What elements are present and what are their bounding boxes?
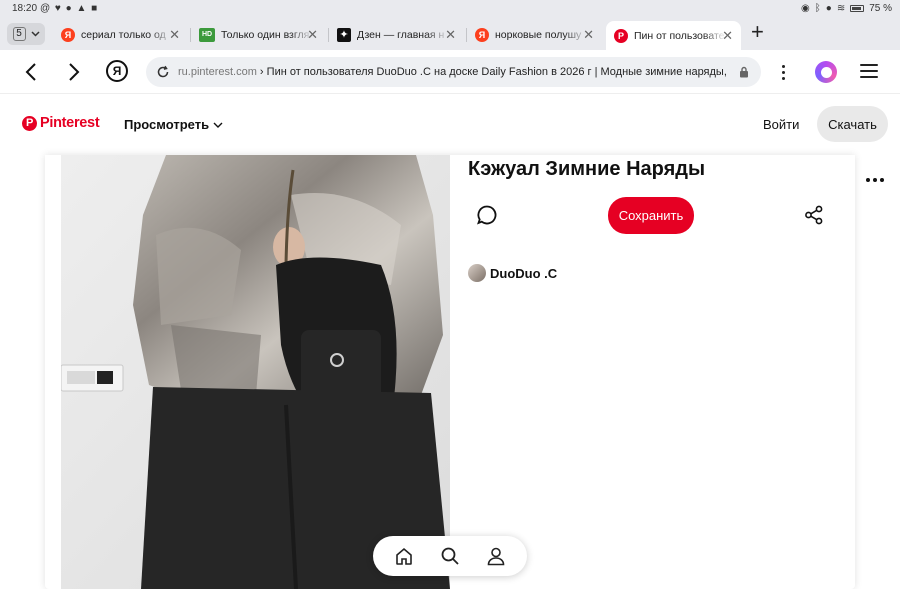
- pinterest-wordmark: Pinterest: [40, 115, 100, 131]
- pin-title: Кэжуал Зимние Наряды: [468, 158, 706, 180]
- share-icon: [805, 205, 823, 225]
- share-button[interactable]: [804, 205, 824, 225]
- system-icons: ◉ ᛒ ● ≋ 75 %: [801, 3, 892, 14]
- browser-tab[interactable]: Я сериал только од ✕: [53, 22, 188, 47]
- url-domain: ru.pinterest.com: [178, 66, 257, 78]
- dzen-favicon-icon: ✦: [337, 27, 351, 42]
- eye-icon: ◉: [801, 3, 810, 14]
- comment-icon: [477, 205, 497, 225]
- user-icon: [487, 547, 505, 566]
- forward-button[interactable]: [62, 60, 86, 84]
- browser-menu-kebab-icon[interactable]: [775, 60, 791, 84]
- more-options-icon[interactable]: [866, 178, 884, 182]
- tab-title: Дзен — главная н: [357, 28, 445, 41]
- yandex-favicon-icon: Я: [475, 27, 489, 42]
- arrow-left-icon: [25, 63, 36, 81]
- arrow-right-icon: [69, 63, 80, 81]
- tab-switcher-button[interactable]: 5: [7, 23, 45, 45]
- url-separator: ›: [256, 66, 267, 78]
- comment-button[interactable]: [476, 204, 498, 226]
- notification-icons: @ ♥ ● ▲ ■: [40, 3, 99, 14]
- battery-icon: [850, 5, 865, 12]
- new-tab-button[interactable]: +: [751, 21, 764, 43]
- url-text: ru.pinterest.com › Пин от пользователя D…: [178, 66, 728, 78]
- close-icon[interactable]: ✕: [307, 27, 318, 43]
- browser-tab[interactable]: HD Только один взгля ✕: [191, 22, 326, 47]
- save-button[interactable]: Сохранить: [608, 197, 694, 234]
- wifi-icon: ≋: [836, 3, 846, 14]
- close-icon[interactable]: ✕: [445, 27, 456, 43]
- pinterest-logo[interactable]: P Pinterest: [22, 115, 100, 131]
- tab-count: 5: [12, 27, 26, 41]
- reload-icon[interactable]: [156, 65, 170, 79]
- tab-title: норковые полушу: [495, 28, 582, 41]
- hamburger-menu-icon[interactable]: [860, 64, 878, 78]
- explore-menu[interactable]: Просмотреть: [124, 117, 223, 132]
- bluetooth-icon: ᛒ: [814, 3, 821, 14]
- signup-button[interactable]: Скачать: [817, 106, 888, 142]
- chevron-down-icon: [213, 122, 223, 128]
- pin-image[interactable]: [61, 155, 450, 589]
- chevron-down-icon: [30, 31, 40, 37]
- location-icon: ●: [825, 3, 832, 14]
- status-bar: 18:20 @ ♥ ● ▲ ■ ◉ ᛒ ● ≋ 75 %: [0, 0, 900, 18]
- browser-tab[interactable]: ✦ Дзен — главная н ✕: [329, 22, 464, 47]
- login-link[interactable]: Войти: [763, 117, 799, 132]
- hd-favicon-icon: HD: [199, 27, 215, 42]
- tab-bar: 5 Я сериал только од ✕ HD Только один вз…: [0, 18, 900, 50]
- close-icon[interactable]: ✕: [169, 27, 180, 43]
- browser-tab[interactable]: Я норковые полушу ✕: [467, 22, 602, 47]
- url-page-title: Пин от пользователя DuoDuo .C на доске D…: [266, 66, 728, 78]
- pinterest-p-icon: P: [22, 115, 37, 131]
- yandex-home-button[interactable]: Я: [106, 60, 128, 82]
- address-bar[interactable]: ru.pinterest.com › Пин от пользователя D…: [146, 57, 761, 87]
- browser-tab-active[interactable]: P Пин от пользовате ✕: [606, 21, 741, 50]
- lock-icon[interactable]: [739, 66, 749, 81]
- pin-photo: [61, 155, 450, 589]
- home-button[interactable]: [393, 545, 415, 567]
- clock: 18:20: [12, 3, 38, 14]
- pinterest-favicon-icon: P: [614, 28, 628, 43]
- author-name[interactable]: DuoDuo .C: [490, 266, 557, 281]
- profile-button[interactable]: [485, 545, 507, 567]
- search-button[interactable]: [439, 545, 461, 567]
- tab-title: Только один взгля: [221, 28, 310, 41]
- back-button[interactable]: [19, 60, 43, 84]
- home-icon: [396, 547, 412, 565]
- close-icon[interactable]: ✕: [722, 28, 733, 44]
- close-icon[interactable]: ✕: [583, 27, 594, 43]
- search-icon: [441, 547, 459, 565]
- tab-title: Пин от пользовате: [634, 29, 725, 42]
- yandex-favicon-icon: Я: [61, 27, 75, 42]
- alice-assistant-icon[interactable]: [815, 61, 837, 83]
- battery-level: 75 %: [869, 3, 892, 14]
- bottom-navigation: [373, 536, 527, 576]
- avatar[interactable]: [468, 264, 486, 282]
- pin-author[interactable]: DuoDuo .C: [468, 264, 557, 282]
- explore-label: Просмотреть: [124, 117, 210, 132]
- tab-title: сериал только од: [81, 28, 166, 41]
